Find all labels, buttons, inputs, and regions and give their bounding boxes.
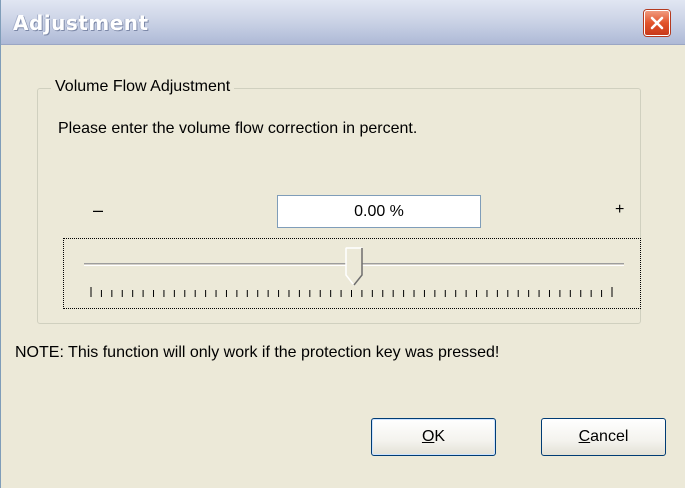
close-icon: [650, 16, 664, 30]
cancel-label-rest: ancel: [590, 428, 629, 445]
minus-label: –: [93, 200, 104, 220]
ok-button[interactable]: OK: [371, 418, 496, 456]
percent-value-field[interactable]: 0.00 %: [277, 195, 481, 228]
slider-thumb[interactable]: [345, 247, 363, 287]
groupbox-legend: Volume Flow Adjustment: [51, 78, 235, 96]
volume-flow-slider[interactable]: [63, 238, 641, 309]
close-button[interactable]: [644, 10, 670, 36]
adjustment-dialog: Adjustment Volume Flow Adjustment Please…: [0, 0, 685, 488]
cancel-button[interactable]: Cancel: [541, 418, 666, 456]
plus-label: +: [615, 201, 625, 218]
ok-label-rest: K: [434, 428, 446, 445]
cancel-mnemonic: C: [578, 428, 591, 445]
instruction-text: Please enter the volume flow correction …: [58, 120, 418, 137]
title-bar[interactable]: Adjustment: [1, 0, 685, 45]
ok-mnemonic: O: [421, 428, 435, 445]
note-text: NOTE: This function will only work if th…: [15, 344, 500, 361]
dialog-title: Adjustment: [13, 11, 149, 35]
